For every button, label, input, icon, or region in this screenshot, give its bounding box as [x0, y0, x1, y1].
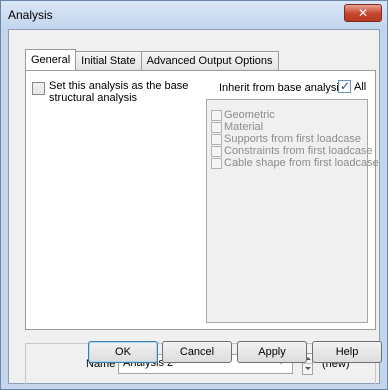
cancel-button[interactable]: Cancel	[162, 341, 232, 363]
tab-initial-state[interactable]: Initial State	[75, 51, 142, 70]
geometric-checkbox	[211, 109, 222, 121]
tab-general[interactable]: General	[25, 49, 77, 70]
inherit-options-list: Geometric Material Supports from first l…	[207, 109, 379, 169]
all-option[interactable]: All	[338, 79, 367, 93]
all-label: All	[354, 80, 367, 93]
constraints-label: Constraints from first loadcase	[224, 145, 373, 157]
inherit-item-supports: Supports from first loadcase	[211, 133, 379, 145]
inherit-item-geometric: Geometric	[211, 109, 379, 121]
all-checkbox[interactable]	[338, 79, 351, 93]
cable-shape-checkbox	[211, 157, 222, 169]
inherit-options-box: Geometric Material Supports from first l…	[206, 99, 379, 323]
material-label: Material	[224, 121, 264, 133]
close-button[interactable]: ✕	[344, 4, 382, 22]
help-button[interactable]: Help	[312, 341, 382, 363]
tab-strip: General Initial State Advanced Output Op…	[25, 49, 279, 70]
ok-button[interactable]: OK	[88, 341, 158, 363]
spin-down-icon[interactable]	[303, 364, 312, 374]
title-bar[interactable]: Analysis ✕	[1, 1, 387, 29]
window-title: Analysis	[8, 8, 53, 22]
cable-shape-label: Cable shape from first loadcase	[224, 157, 379, 169]
inherit-item-constraints: Constraints from first loadcase	[211, 145, 379, 157]
dialog-body: General Initial State Advanced Output Op…	[8, 29, 380, 384]
constraints-checkbox	[211, 145, 222, 157]
inherit-label: Inherit from base analysis	[219, 82, 345, 94]
geometric-label: Geometric	[224, 109, 275, 121]
analysis-dialog: Analysis ✕ General Initial State Advance…	[0, 0, 388, 390]
close-icon: ✕	[357, 6, 369, 20]
supports-checkbox	[211, 133, 222, 145]
general-tab-panel: Set this analysis as the base structural…	[25, 70, 379, 330]
apply-button[interactable]: Apply	[237, 341, 307, 363]
base-analysis-label: Set this analysis as the base structural…	[49, 80, 189, 104]
material-checkbox	[211, 121, 222, 133]
supports-label: Supports from first loadcase	[224, 133, 361, 145]
inherit-item-cable-shape: Cable shape from first loadcase	[211, 157, 379, 169]
tab-advanced-output-options[interactable]: Advanced Output Options	[140, 51, 279, 70]
base-analysis-checkbox[interactable]	[32, 82, 45, 95]
base-analysis-option[interactable]: Set this analysis as the base structural…	[32, 80, 202, 104]
inherit-item-material: Material	[211, 121, 379, 133]
